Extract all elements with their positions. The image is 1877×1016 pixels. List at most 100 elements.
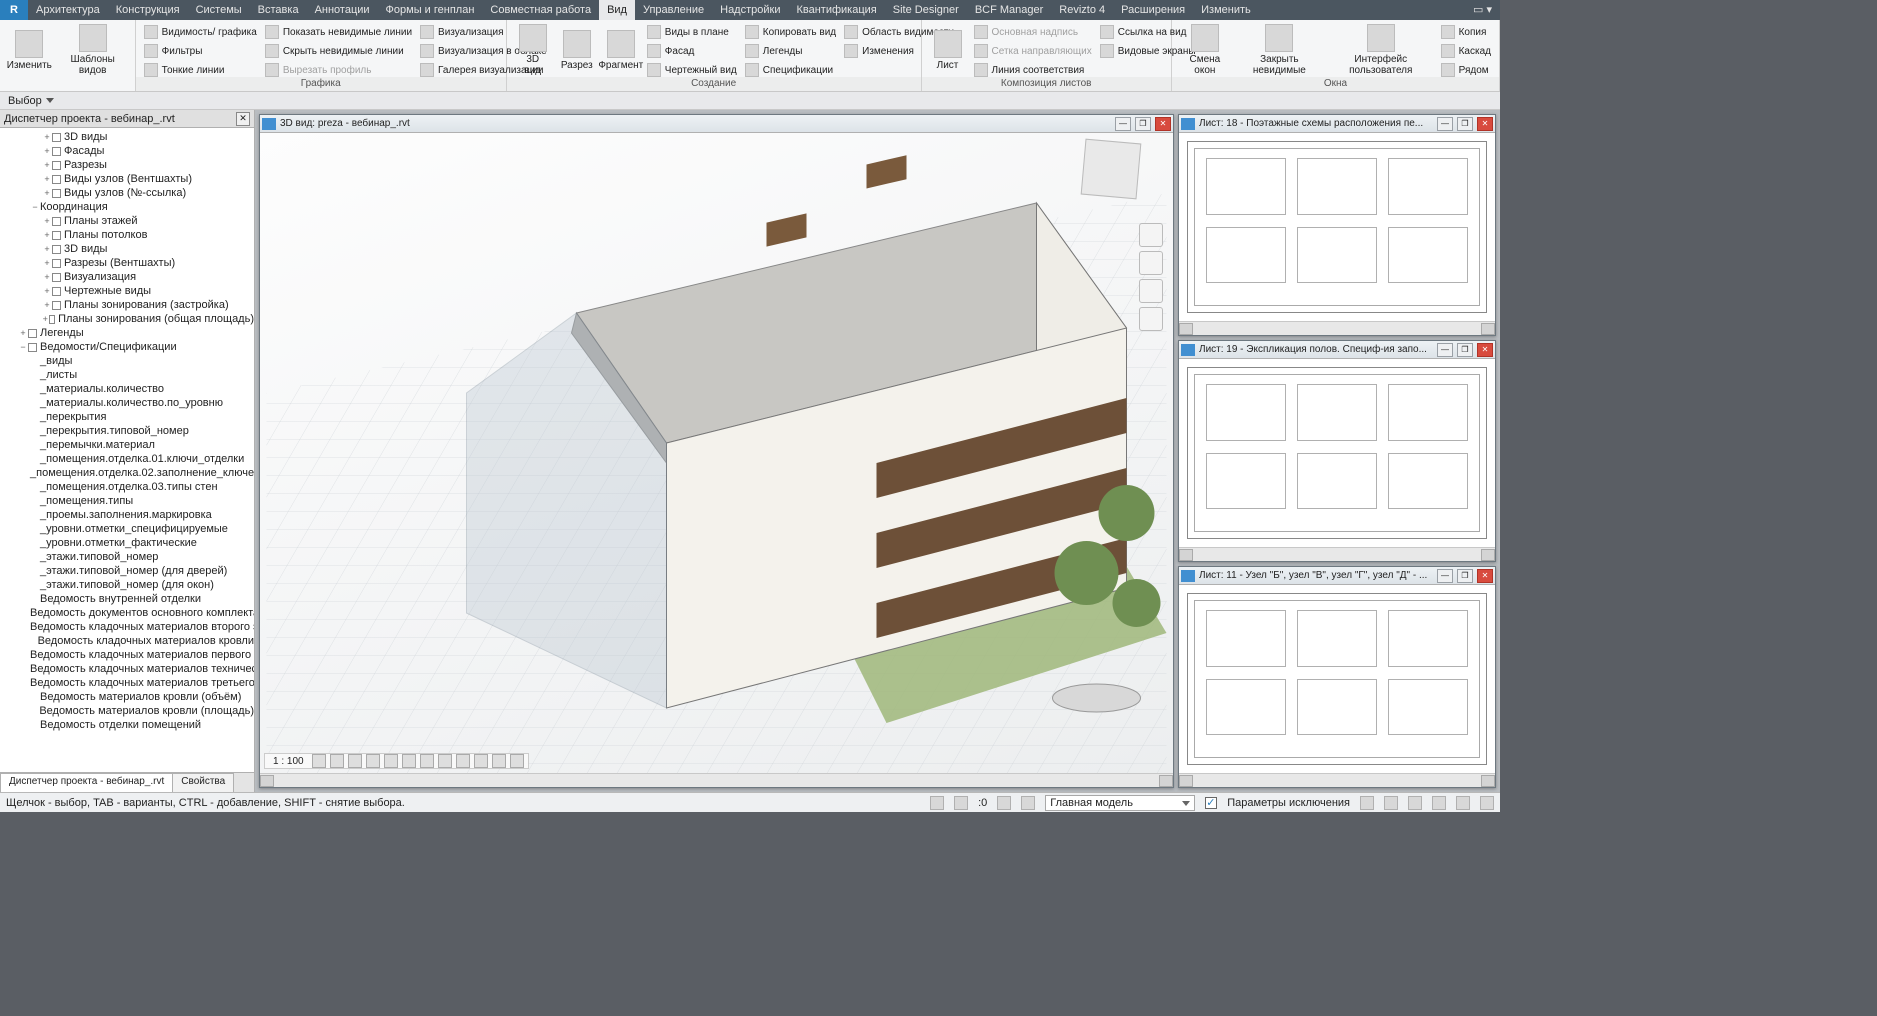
shadows-icon[interactable] [366, 754, 380, 768]
reveal-icon[interactable] [474, 754, 488, 768]
modify-button[interactable]: Изменить [4, 22, 55, 78]
exclude-options-checkbox[interactable] [1205, 797, 1217, 809]
analytical-icon[interactable] [492, 754, 506, 768]
tree-node[interactable]: Ведомость кладочных материалов техническ [2, 662, 254, 676]
tree-node[interactable]: Ведомость кладочных материалов первого э… [2, 648, 254, 662]
close-icon[interactable]: ✕ [236, 112, 250, 126]
menu-bcf manager[interactable]: BCF Manager [967, 0, 1051, 20]
status-icon[interactable] [930, 796, 944, 810]
view-titlebar[interactable]: Лист: 19 - Экспликация полов. Специф-ия … [1179, 341, 1495, 359]
tree-node[interactable]: _виды [2, 354, 254, 368]
view-titlebar[interactable]: 3D вид: preza - вебинар_.rvt — ❐ ✕ [260, 115, 1173, 133]
close-button[interactable]: ✕ [1477, 343, 1493, 357]
viewcube[interactable] [1081, 139, 1142, 200]
expand-icon[interactable]: − [30, 202, 40, 212]
tree-node[interactable]: _листы [2, 368, 254, 382]
unhide-icon[interactable] [438, 754, 452, 768]
expand-icon[interactable]: + [42, 216, 52, 226]
sun-path-icon[interactable] [348, 754, 362, 768]
minimize-button[interactable]: — [1115, 117, 1131, 131]
expand-icon[interactable]: + [42, 174, 52, 184]
sheet-button[interactable]: Лист [926, 22, 970, 78]
worksets-icon[interactable] [1021, 796, 1035, 810]
project-browser-title[interactable]: Диспетчер проекта - вебинар_.rvt ✕ [0, 110, 254, 128]
menu-site designer[interactable]: Site Designer [885, 0, 967, 20]
minimize-button[interactable]: — [1437, 569, 1453, 583]
elevation-button[interactable]: Фасад [643, 42, 741, 60]
close-button[interactable]: ✕ [1155, 117, 1171, 131]
replicate-button[interactable]: Копия [1437, 23, 1495, 41]
tree-node[interactable]: +3D виды [2, 130, 254, 144]
menu-квантификация[interactable]: Квантификация [788, 0, 884, 20]
cascade-button[interactable]: Каскад [1437, 42, 1495, 60]
user-interface-button[interactable]: Интерфейс пользователя [1325, 22, 1437, 78]
sheet-viewport[interactable] [1179, 359, 1495, 547]
tree-node[interactable]: _этажи.типовой_номер (для дверей) [2, 564, 254, 578]
tree-node[interactable]: +Виды узлов (Вентшахты) [2, 172, 254, 186]
tree-node[interactable]: +Фасады [2, 144, 254, 158]
3d-view-button[interactable]: 3D вид [511, 22, 555, 78]
expand-icon[interactable]: + [42, 300, 52, 310]
tree-node[interactable]: _помещения.отделка.02.заполнение_ключей [2, 466, 254, 480]
minimize-button[interactable]: — [1437, 343, 1453, 357]
expand-icon[interactable]: + [42, 244, 52, 254]
tree-node[interactable]: −Координация [2, 200, 254, 214]
tree-node[interactable]: _материалы.количество [2, 382, 254, 396]
plan-views-button[interactable]: Виды в плане [643, 23, 741, 41]
rendering-icon[interactable] [384, 754, 398, 768]
tree-node[interactable]: Ведомость документов основного комплекта [2, 606, 254, 620]
zoom-icon[interactable] [1139, 279, 1163, 303]
switch-windows-button[interactable]: Смена окон [1176, 22, 1234, 78]
menu-изменить[interactable]: Изменить [1193, 0, 1259, 20]
menu-архитектура[interactable]: Архитектура [28, 0, 108, 20]
crop-region-icon[interactable] [420, 754, 434, 768]
expand-icon[interactable]: + [42, 286, 52, 296]
tree-node[interactable]: _проемы.заполнения.маркировка [2, 508, 254, 522]
duplicate-view-button[interactable]: Копировать вид [741, 23, 840, 41]
menu-extra-icon[interactable]: ▭ ▾ [1465, 0, 1500, 20]
tree-node[interactable]: +3D виды [2, 242, 254, 256]
tree-node[interactable]: +Планы этажей [2, 214, 254, 228]
tree-node[interactable]: +Планы зонирования (общая площадь) [2, 312, 254, 326]
menu-совместная работа[interactable]: Совместная работа [482, 0, 599, 20]
select-underlay-icon[interactable] [1384, 796, 1398, 810]
expand-icon[interactable]: + [42, 258, 52, 268]
tree-node[interactable]: Ведомость кладочных материалов кровли [2, 634, 254, 648]
tree-node[interactable]: _этажи.типовой_номер (для окон) [2, 578, 254, 592]
tree-node[interactable]: +Легенды [2, 326, 254, 340]
expand-icon[interactable]: + [42, 188, 52, 198]
expand-icon[interactable]: + [42, 230, 52, 240]
selection-dropdown[interactable]: Выбор [0, 92, 62, 110]
close-hidden-button[interactable]: Закрыть невидимые [1234, 22, 1325, 78]
tree-node[interactable]: +Планы зонирования (застройка) [2, 298, 254, 312]
browser-tab[interactable]: Диспетчер проекта - вебинар_.rvt [0, 773, 173, 792]
view-titlebar[interactable]: Лист: 18 - Поэтажные схемы расположения … [1179, 115, 1495, 133]
tree-node[interactable]: +Визуализация [2, 270, 254, 284]
detail-level-icon[interactable] [312, 754, 326, 768]
menu-revizto 4[interactable]: Revizto 4 [1051, 0, 1113, 20]
tree-node[interactable]: _помещения.отделка.01.ключи_отделки [2, 452, 254, 466]
tree-node[interactable]: Ведомость внутренней отделки [2, 592, 254, 606]
callout-button[interactable]: Фрагмент [599, 22, 643, 78]
menu-формы и генплан[interactable]: Формы и генплан [378, 0, 483, 20]
tree-node[interactable]: _этажи.типовой_номер [2, 550, 254, 564]
tree-node[interactable]: _помещения.типы [2, 494, 254, 508]
visibility-graphics-button[interactable]: Видимость/ графика [140, 23, 261, 41]
navigation-bar[interactable] [1139, 223, 1163, 331]
tree-node[interactable]: −Ведомости/Спецификации [2, 340, 254, 354]
project-browser-tree[interactable]: +3D виды+Фасады+Разрезы+Виды узлов (Вент… [0, 128, 254, 772]
restore-button[interactable]: ❐ [1457, 343, 1473, 357]
menu-расширения[interactable]: Расширения [1113, 0, 1193, 20]
menu-аннотации[interactable]: Аннотации [307, 0, 378, 20]
scrollbar-horizontal[interactable] [260, 773, 1173, 787]
app-logo[interactable]: R [0, 0, 28, 20]
restore-button[interactable]: ❐ [1457, 569, 1473, 583]
tree-node[interactable]: +Чертежные виды [2, 284, 254, 298]
scrollbar-horizontal[interactable] [1179, 321, 1495, 335]
expand-icon[interactable]: + [42, 146, 52, 156]
expand-icon[interactable]: + [18, 328, 28, 338]
tree-node[interactable]: _уровни.отметки_специфицируемые [2, 522, 254, 536]
close-button[interactable]: ✕ [1477, 569, 1493, 583]
view-control-bar[interactable]: 1 : 100 [264, 753, 529, 769]
legends-button[interactable]: Легенды [741, 42, 840, 60]
